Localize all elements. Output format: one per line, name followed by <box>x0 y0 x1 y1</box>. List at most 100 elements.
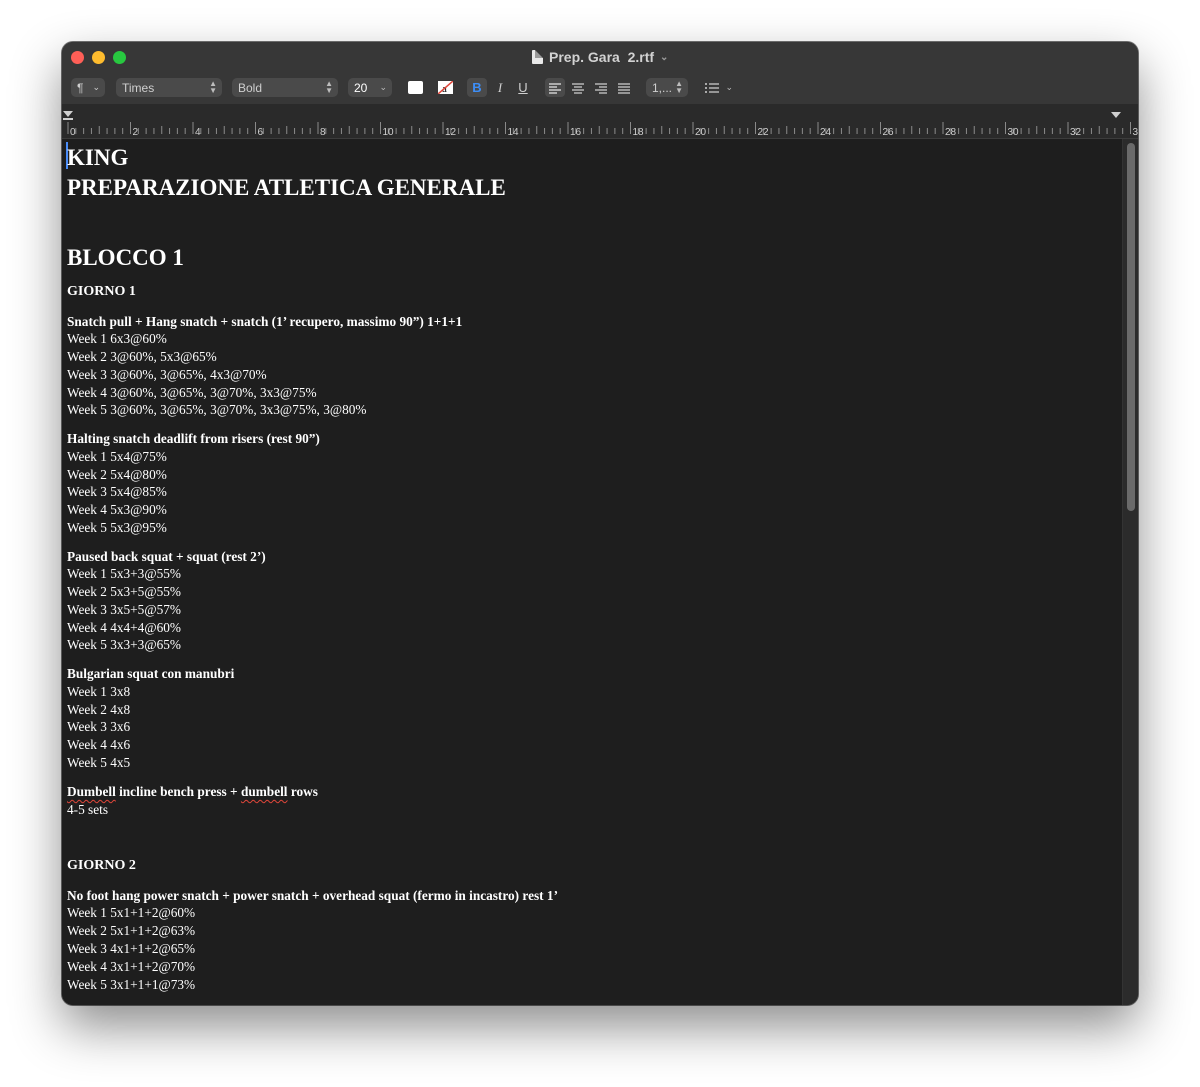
ruler[interactable]: 0 2 4 6 8 10 12 14 16 18 20 22 24 26 28 30 32 3 <box>62 104 1138 139</box>
ruler-label: 4 <box>195 127 201 138</box>
text-color-swatch[interactable] <box>408 81 423 94</box>
ruler-scale: 0 2 4 6 8 10 12 14 16 18 20 22 24 26 28 30 32 3 <box>63 111 1139 138</box>
line-spacing-value: 1,... <box>652 80 673 95</box>
ruler-label: 22 <box>758 127 770 138</box>
textedit-window: Prep. Gara 2.rtf ⌄ ¶ ⌄ Times ▲ ▼ Bold ▲ ▼ … <box>62 42 1138 1005</box>
font-family-select[interactable]: Times ▲ ▼ <box>116 78 222 97</box>
ruler-label: 14 <box>508 127 520 138</box>
align-center-icon <box>572 82 584 94</box>
format-toolbar: ¶ ⌄ Times ▲▼ Bold ▲▼ 20 ⌄ a B I U <box>62 76 1138 100</box>
block-heading: BLOCCO 1 <box>67 245 184 270</box>
week-line: Week 1 3x8 <box>67 684 131 699</box>
left-indent-marker[interactable] <box>63 111 73 117</box>
font-style-value: Bold <box>238 80 263 95</box>
week-line: Week 4 5x3@90% <box>67 502 167 517</box>
week-line: Week 5 3@60%, 3@65%, 3@70%, 3x3@75%, 3@8… <box>67 402 367 417</box>
ruler-label: 8 <box>320 127 326 138</box>
paragraph-styles-button[interactable]: ¶ ⌄ <box>71 78 105 97</box>
first-line-indent-marker[interactable] <box>63 118 73 120</box>
ruler-label: 20 <box>695 127 707 138</box>
week-line: Week 2 5x1+1+2@63% <box>67 923 196 938</box>
ruler-label: 32 <box>1070 127 1082 138</box>
underline-button[interactable]: U <box>513 78 533 97</box>
week-line: Week 5 3x1+1+1@73% <box>67 977 196 992</box>
align-left-icon <box>549 82 561 94</box>
background-color-swatch[interactable]: a <box>437 80 454 95</box>
week-line: Week 3 4x1+1+2@65% <box>67 941 196 956</box>
week-line: Week 3 3x6 <box>67 719 131 734</box>
zoom-button[interactable] <box>113 51 126 64</box>
line-spacing-select[interactable]: 1,... ▲ ▼ <box>646 78 688 97</box>
ruler-label: 30 <box>1008 127 1020 138</box>
week-line: Week 1 5x1+1+2@60% <box>67 905 196 920</box>
align-right-button[interactable] <box>591 78 611 97</box>
title-chevron-icon: ⌄ <box>660 51 669 63</box>
ruler-label: 16 <box>570 127 582 138</box>
bullet-list-icon <box>705 82 719 93</box>
justify-icon <box>618 82 630 94</box>
exercise-title: Snatch pull + Hang snatch + snatch (1’ r… <box>67 314 463 329</box>
minimize-button[interactable] <box>92 51 105 64</box>
week-line: Week 4 4x6 <box>67 737 131 752</box>
chevron-down-icon: ⌄ <box>725 82 733 92</box>
doc-subtitle: PREPARAZIONE ATLETICA GENERALE <box>67 175 506 200</box>
exercise-title: Halting snatch deadlift from risers (res… <box>67 431 320 446</box>
week-line: Week 4 3x1+1+2@70% <box>67 959 196 974</box>
exercise-title: Bulgarian squat con manubri <box>67 666 235 681</box>
font-size-field[interactable]: 20 ⌄ <box>348 78 392 97</box>
align-left-button[interactable] <box>545 78 565 97</box>
right-indent-marker[interactable] <box>1111 112 1121 118</box>
font-size-value: 20 <box>354 80 368 95</box>
ruler-label: 2 <box>133 127 139 138</box>
ruler-label: 3 <box>1133 127 1139 138</box>
week-line: Week 3 3@60%, 3@65%, 4x3@70% <box>67 367 267 382</box>
exercise-title: No foot hang power snatch + power snatch… <box>67 888 558 903</box>
sets-line: 4-5 sets <box>67 802 108 817</box>
highlight-icon: a <box>437 80 454 95</box>
close-button[interactable] <box>71 51 84 64</box>
week-line: Week 4 3@60%, 3@65%, 3@70%, 3x3@75% <box>67 385 317 400</box>
ruler-label: 28 <box>945 127 957 138</box>
week-line: Week 2 4x8 <box>67 702 131 717</box>
week-line: Week 4 4x4+4@60% <box>67 620 181 635</box>
stepper-arrows-icon: ▲ ▼ <box>675 79 683 95</box>
font-style-select[interactable]: Bold ▲ ▼ <box>232 78 338 97</box>
traffic-lights <box>71 51 126 64</box>
ruler-label: 10 <box>383 127 395 138</box>
justify-button[interactable] <box>614 78 634 97</box>
list-style-button[interactable]: ⌄ <box>698 78 738 97</box>
doc-title: KING <box>67 145 129 170</box>
paragraph-icon: ¶ <box>77 80 84 95</box>
font-family-value: Times <box>122 80 155 95</box>
stepper-arrows-icon: ▲ ▼ <box>325 79 333 95</box>
ruler-label: 6 <box>258 127 264 138</box>
week-line: Week 1 6x3@60% <box>67 331 167 346</box>
week-line: Week 2 5x3+5@55% <box>67 584 181 599</box>
document-area[interactable]: KING PREPARAZIONE ATLETICA GENERALE BLOC… <box>62 139 1122 1005</box>
week-line: Week 2 3@60%, 5x3@65% <box>67 349 217 364</box>
align-center-button[interactable] <box>568 78 588 97</box>
stepper-arrows-icon: ▲ ▼ <box>209 79 217 95</box>
italic-button[interactable]: I <box>490 78 510 97</box>
ruler-label: 18 <box>633 127 645 138</box>
window-title-text: Prep. Gara 2.rtf <box>549 49 655 65</box>
exercise-title-text: rows <box>287 784 318 799</box>
week-line: Week 5 5x3@95% <box>67 520 167 535</box>
misspelled-word[interactable]: Dumbell <box>67 784 116 799</box>
week-line: Week 3 5x4@85% <box>67 484 167 499</box>
ruler-label: 24 <box>820 127 832 138</box>
week-line: Week 1 5x4@75% <box>67 449 167 464</box>
window-title[interactable]: Prep. Gara 2.rtf ⌄ <box>532 48 668 66</box>
bold-button[interactable]: B <box>467 78 487 97</box>
vertical-scrollbar[interactable] <box>1122 139 1138 1005</box>
chevron-down-icon: ⌄ <box>379 82 387 92</box>
ruler-label: 0 <box>70 127 76 138</box>
document-icon <box>532 50 543 64</box>
ruler-label: 12 <box>445 127 457 138</box>
misspelled-word[interactable]: dumbell <box>241 784 288 799</box>
week-line: Week 3 3x5+5@57% <box>67 602 181 617</box>
scrollbar-thumb[interactable] <box>1127 143 1135 511</box>
week-line: Week 1 5x3+3@55% <box>67 566 181 581</box>
week-line: Week 5 4x5 <box>67 755 131 770</box>
ruler-label: 26 <box>883 127 895 138</box>
